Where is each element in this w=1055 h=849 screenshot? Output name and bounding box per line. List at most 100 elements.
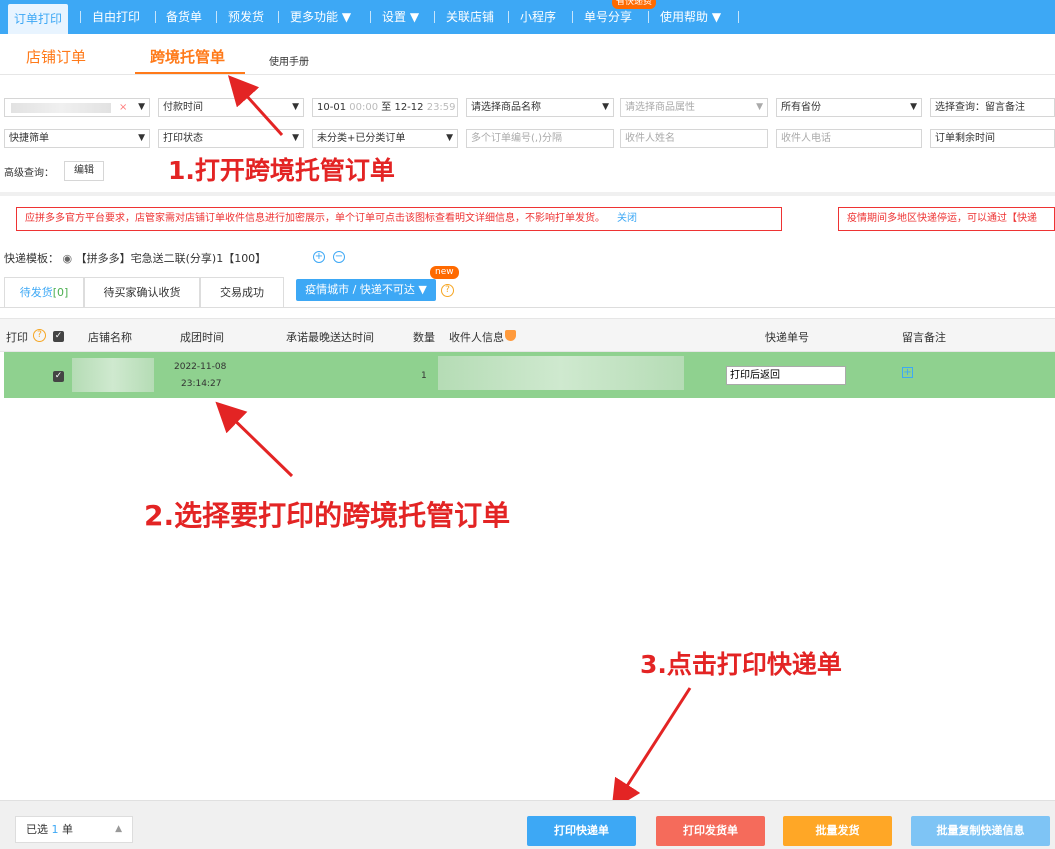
- col-tracking: 快递单号: [765, 331, 809, 344]
- nav-separator: [216, 11, 217, 23]
- step2-annotation: 2.选择要打印的跨境托管订单: [144, 499, 511, 532]
- section-gap: [0, 192, 1055, 196]
- group-date: 2022-11-08: [174, 362, 227, 372]
- help-icon[interactable]: ?: [33, 329, 46, 342]
- divider: [0, 74, 1055, 75]
- receiver-name-input[interactable]: 收件人姓名: [620, 129, 768, 148]
- nav-separator: [572, 11, 573, 23]
- tab-awaiting-confirmation[interactable]: 待买家确认收货: [84, 277, 200, 308]
- annotation-arrows: [215, 75, 692, 811]
- tab-shop-orders[interactable]: 店铺订单: [26, 46, 86, 67]
- edit-button[interactable]: 编辑: [64, 161, 104, 181]
- step1-annotation: 1.打开跨境托管订单: [168, 156, 395, 185]
- row-checkbox[interactable]: ✓: [53, 371, 64, 382]
- nav-mini-program[interactable]: 小程序: [520, 0, 556, 34]
- date-range-input[interactable]: 10-01 00:00 至 12-12 23:59: [312, 98, 458, 117]
- nav-separator: [648, 11, 649, 23]
- nav-separator: [370, 11, 371, 23]
- province-select[interactable]: 所有省份 ▼: [776, 98, 922, 117]
- save-shipping-badge: 省快递费: [612, 0, 657, 9]
- epidemic-city-dropdown[interactable]: 疫情城市 / 快递不可达 ▼: [296, 279, 436, 301]
- clear-icon[interactable]: ×: [119, 99, 127, 116]
- order-number-input[interactable]: 多个订单编号(,)分隔: [466, 129, 614, 148]
- table-header: 打印 ? ✓ 店铺名称 成团时间 承诺最晚送达时间 数量 收件人信息 快递单号 …: [0, 318, 1055, 352]
- top-nav: 订单打印 自由打印 备货单 预发货 更多功能 ▼ 设置 ▼ 关联店铺 小程序 单…: [0, 0, 1055, 34]
- nav-free-print[interactable]: 自由打印: [92, 0, 140, 34]
- step3-annotation: 3.点击打印快递单: [640, 650, 842, 679]
- advanced-query-label: 高级查询：: [4, 168, 54, 179]
- chevron-down-icon: ▼: [292, 133, 299, 143]
- chevron-down-icon: ▼: [602, 102, 609, 112]
- arrow-to-order-row: [215, 401, 294, 478]
- blurred-shop-name: [11, 103, 111, 113]
- add-remark-icon[interactable]: +: [902, 367, 913, 378]
- encryption-notice: 应拼多多官方平台要求，店管家需对店铺订单收件信息进行加密展示，单个订单可点击该图…: [16, 207, 782, 231]
- chevron-down-icon: ▼: [292, 102, 299, 112]
- new-badge: new: [430, 266, 459, 279]
- help-icon[interactable]: ?: [441, 284, 454, 297]
- nav-settings[interactable]: 设置 ▼: [382, 0, 419, 34]
- chevron-up-icon: ▲: [115, 824, 122, 834]
- add-template-icon[interactable]: +: [313, 251, 325, 263]
- quick-filter-select[interactable]: 快捷筛单 ▼: [4, 129, 150, 148]
- chevron-down-icon: ▼: [446, 133, 453, 143]
- selected-count: 1: [51, 823, 59, 836]
- nav-linked-shops[interactable]: 关联店铺: [446, 0, 494, 34]
- arrow-to-print-button: [611, 687, 692, 811]
- print-express-button[interactable]: 打印快递单: [527, 816, 636, 846]
- col-print: 打印: [6, 331, 28, 344]
- chevron-down-icon: ▼: [138, 133, 145, 143]
- chevron-down-icon: ▼: [756, 102, 763, 112]
- chevron-down-icon: ▼: [910, 102, 917, 112]
- nav-separator: [738, 11, 739, 23]
- select-all-checkbox[interactable]: ✓: [53, 331, 64, 342]
- remaining-time-select[interactable]: 订单剩余时间: [930, 129, 1055, 148]
- blurred-receiver-info: [438, 356, 684, 390]
- nav-order-print[interactable]: 订单打印: [8, 4, 69, 34]
- blurred-shop-name: [72, 358, 154, 392]
- nav-separator: [278, 11, 279, 23]
- time-type-select[interactable]: 付款时间 ▼: [158, 98, 304, 117]
- batch-copy-tracking-button[interactable]: 批量复制快递信息: [911, 816, 1050, 846]
- notice-close-link[interactable]: 关闭: [617, 213, 637, 224]
- nav-stock-list[interactable]: 备货单: [166, 0, 202, 34]
- shop-select[interactable]: × ▼: [4, 98, 150, 117]
- remove-template-icon[interactable]: −: [333, 251, 345, 263]
- query-type-select[interactable]: 选择查询：留言备注: [930, 98, 1055, 117]
- nav-help[interactable]: 使用帮助 ▼: [660, 0, 721, 34]
- template-name[interactable]: 【拼多多】宅急送二联(分享)1【100】: [76, 252, 267, 265]
- nav-more-features[interactable]: 更多功能 ▼: [290, 0, 351, 34]
- group-time: 23:14:27: [181, 379, 222, 389]
- tracking-number-input[interactable]: 打印后返回: [726, 366, 846, 385]
- user-manual-link[interactable]: 使用手册: [269, 53, 309, 68]
- col-group-time: 成团时间: [180, 331, 224, 344]
- nav-pre-ship[interactable]: 预发货: [228, 0, 264, 34]
- pending-count: [0]: [52, 286, 69, 299]
- nav-separator: [508, 11, 509, 23]
- epidemic-notice: 疫情期间多地区快递停运，可以通过【快递: [838, 207, 1055, 231]
- col-quantity: 数量: [413, 331, 435, 344]
- product-name-select[interactable]: 请选择商品名称 ▼: [466, 98, 614, 117]
- tabs-baseline: [0, 307, 1055, 308]
- batch-ship-button[interactable]: 批量发货: [783, 816, 892, 846]
- col-receiver: 收件人信息: [449, 331, 504, 344]
- receiver-phone-input[interactable]: 收件人电话: [776, 129, 922, 148]
- nav-separator: [434, 11, 435, 23]
- print-invoice-button[interactable]: 打印发货单: [656, 816, 765, 846]
- shield-icon[interactable]: [505, 330, 516, 341]
- selected-count-toggle[interactable]: 已选 1 单 ▲: [15, 816, 133, 843]
- nav-separator: [80, 11, 81, 23]
- tab-completed[interactable]: 交易成功: [200, 277, 284, 308]
- tab-pending-shipment[interactable]: 待发货[0]: [4, 277, 84, 308]
- chevron-down-icon: ▼: [138, 102, 145, 112]
- col-remark: 留言备注: [902, 331, 946, 344]
- radio-selected-icon[interactable]: ◉: [63, 252, 73, 265]
- tab-cross-border[interactable]: 跨境托管单: [150, 46, 225, 67]
- express-template: 快递模板： ◉ 【拼多多】宅急送二联(分享)1【100】: [4, 252, 267, 265]
- col-shop-name: 店铺名称: [88, 331, 132, 344]
- col-latest-delivery: 承诺最晚送达时间: [286, 331, 374, 344]
- print-status-select[interactable]: 打印状态 ▼: [158, 129, 304, 148]
- product-attr-select[interactable]: 请选择商品属性 ▼: [620, 98, 768, 117]
- classify-select[interactable]: 未分类+已分类订单 ▼: [312, 129, 458, 148]
- row-quantity: 1: [421, 371, 427, 381]
